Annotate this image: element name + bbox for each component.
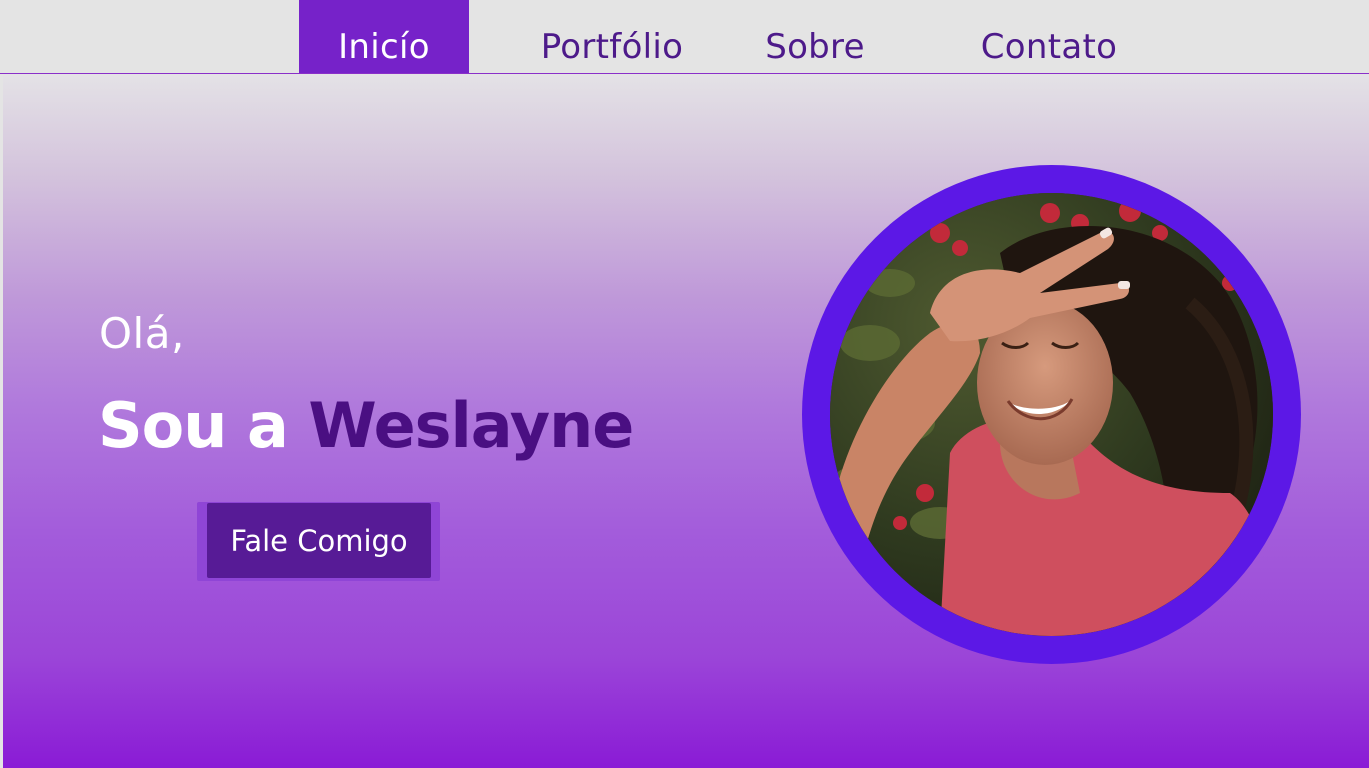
profile-photo-illustration [830,193,1273,636]
hero-greeting: Olá, [99,309,185,358]
nav-item-inicio[interactable]: Inicío [299,0,469,73]
profile-photo [830,193,1273,636]
headline-name: Weslayne [308,389,634,462]
nav-item-sobre[interactable]: Sobre [745,0,885,73]
headline-prefix: Sou a [98,389,309,462]
fale-comigo-button[interactable]: Fale Comigo [207,503,431,578]
hero-section: Olá, Sou a Weslayne Fale Comigo [3,74,1369,768]
hero-headline: Sou a Weslayne [98,389,634,462]
top-navigation: Inicío Portfólio Sobre Contato [0,0,1369,74]
profile-photo-ring [802,165,1301,664]
cta-button-frame: Fale Comigo [197,502,440,581]
nav-item-portfolio[interactable]: Portfólio [525,0,699,73]
nav-item-contato[interactable]: Contato [965,0,1133,73]
